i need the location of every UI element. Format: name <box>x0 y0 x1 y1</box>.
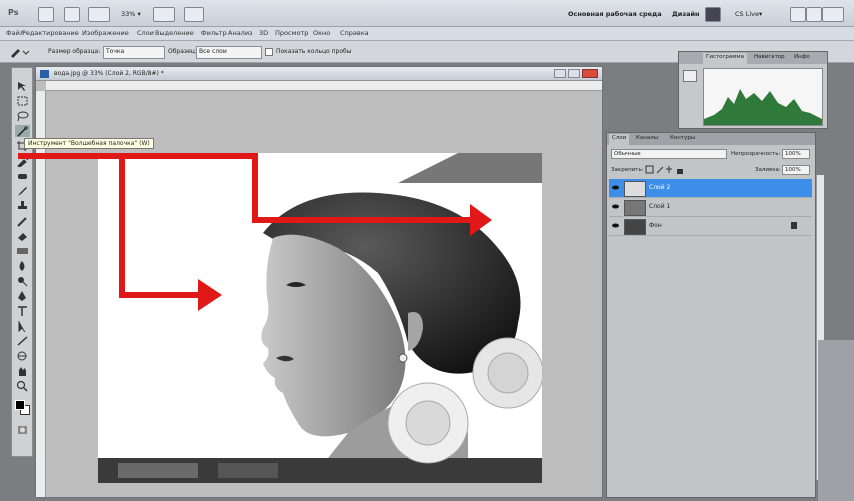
red-arrow-annotations <box>18 153 492 311</box>
